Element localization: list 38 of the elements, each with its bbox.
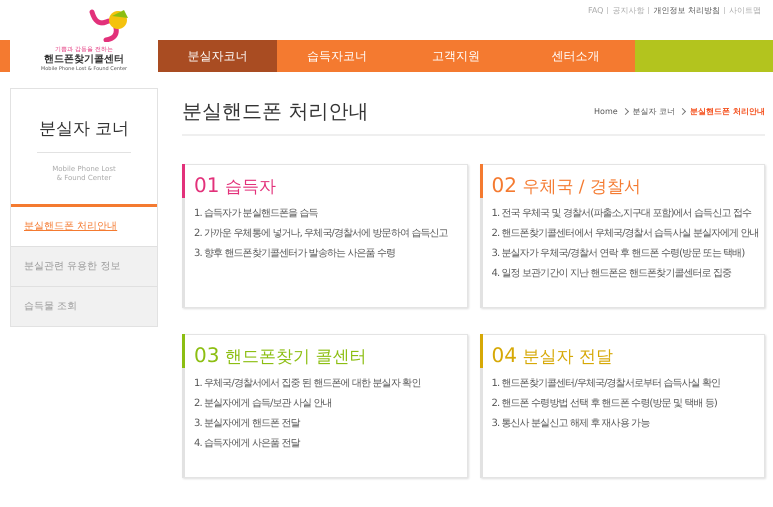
- top-link[interactable]: 사이트맵: [729, 4, 761, 16]
- card-heading: 03 핸드폰찾기 콜센터: [194, 343, 368, 368]
- step-text: 1. 핸드폰찾기콜센터/우체국/경찰서로부터 습득사실 확인: [492, 378, 722, 390]
- accent-bar: [182, 334, 185, 368]
- nav-bar-segment: [0, 40, 10, 72]
- logo-name: 핸드폰찾기콜센터: [44, 54, 124, 66]
- sidebar-title: 분실자 코너: [37, 117, 131, 153]
- step-text: 3. 통신사 분실신고 해제 후 재사용 가능: [492, 418, 651, 430]
- accent-bar: [182, 164, 185, 198]
- page-title: 분실핸드폰 처리안내: [182, 98, 368, 124]
- nav-tab[interactable]: 분실자코너: [158, 40, 278, 72]
- nav-tab[interactable]: 고객지원: [396, 40, 516, 72]
- step-text: 3. 분실자가 우체국/경찰서 연락 후 핸드폰 수령(방문 또는 택배): [492, 248, 746, 260]
- breadcrumb-link[interactable]: 분실자 코너: [632, 106, 676, 116]
- sidebar-item[interactable]: 분실핸드폰 처리안내: [11, 207, 157, 246]
- step-text: 4. 습득자에게 사은품 전달: [194, 438, 302, 450]
- top-link[interactable]: FAQ: [588, 6, 604, 14]
- nav-tab[interactable]: 습득자코너: [277, 40, 396, 72]
- step-text: 1. 습득자가 분실핸드폰을 습득: [194, 208, 319, 220]
- card-heading: 04 분실자 전달: [492, 343, 614, 368]
- top-link[interactable]: 개인정보 처리방침: [653, 4, 720, 16]
- accent-bar: [480, 334, 482, 368]
- card-heading: 01 습득자: [194, 173, 277, 198]
- step-text: 4. 일정 보관기간이 지난 핸드폰은 핸드폰찾기콜센터로 집중: [492, 268, 732, 280]
- step-text: 2. 분실자에게 습득/보관 사실 안내: [194, 398, 333, 410]
- accent-bar: [480, 164, 482, 198]
- step-text: 1. 전국 우체국 및 경찰서(파출소,지구대 포함)에서 습득신고 접수: [492, 208, 752, 220]
- breadcrumb-link[interactable]: 분실핸드폰 처리안내: [690, 106, 765, 116]
- step-text: 2. 핸드폰찾기콜센터에서 우체국/경찰서 습득사실 분실자에게 안내: [492, 228, 760, 240]
- nav-tab[interactable]: 센터소개: [516, 40, 635, 72]
- card-heading: 02 우체국 / 경찰서: [492, 173, 642, 198]
- step-text: 3. 향후 핸드폰찾기콜센터가 발송하는 사은품 수령: [194, 248, 396, 260]
- step-text: 3. 분실자에게 핸드폰 전달: [194, 418, 302, 430]
- step-text: 1. 우체국/경찰서에서 집중 된 핸드폰에 대한 분실자 확인: [194, 378, 422, 390]
- breadcrumb-link[interactable]: Home: [594, 106, 618, 116]
- step-text: 2. 가까운 우체통에 넣거나, 우체국/경찰서에 방문하여 습득신고: [194, 228, 449, 240]
- step-text: 2. 핸드폰 수령방법 선택 후 핸드폰 수령(방문 및 택배 등): [492, 398, 718, 410]
- top-link[interactable]: 공지사항: [612, 4, 644, 16]
